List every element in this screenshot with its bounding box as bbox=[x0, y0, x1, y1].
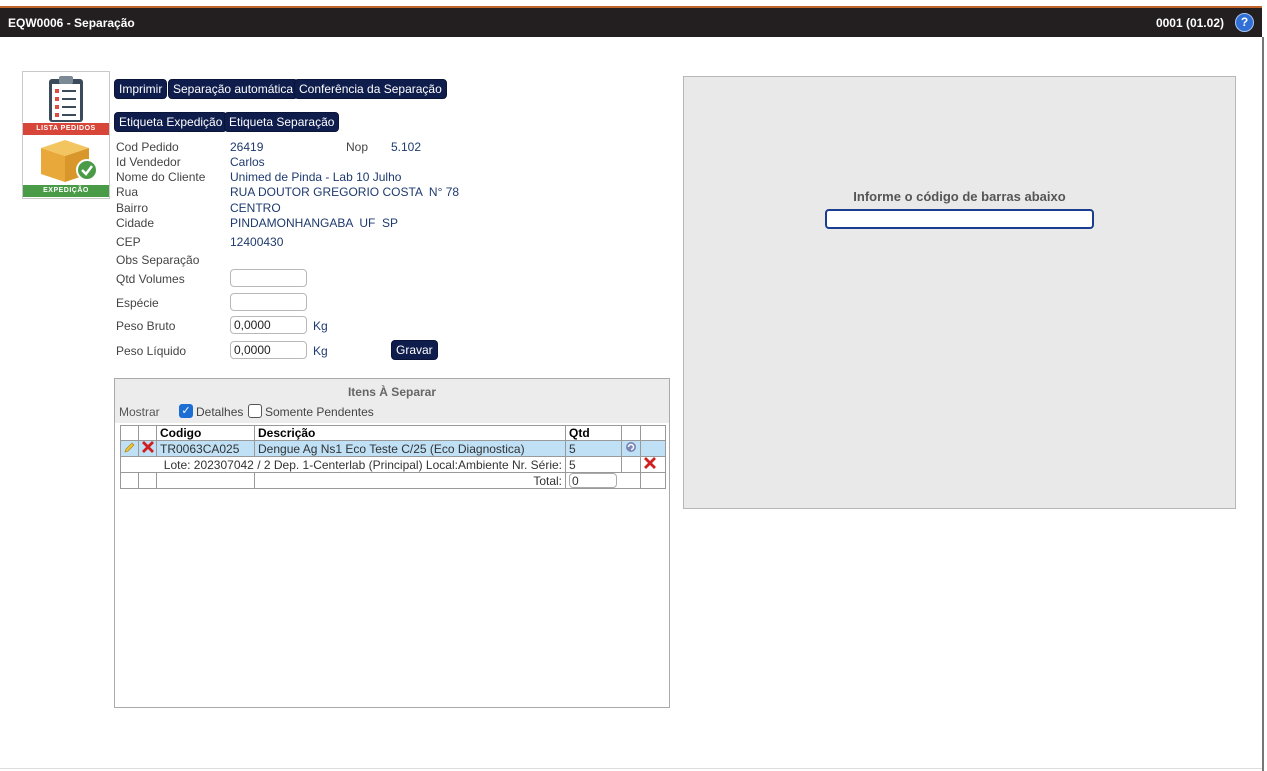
nop-label: Nop bbox=[346, 140, 369, 154]
obs-separacao-label: Obs Separação bbox=[116, 253, 200, 267]
separacao-automatica-button[interactable]: Separação automática bbox=[168, 79, 299, 99]
etiqueta-separacao-button[interactable]: Etiqueta Separação bbox=[224, 112, 340, 132]
peso-bruto-input[interactable] bbox=[230, 316, 307, 334]
vendedor-value: Carlos bbox=[230, 155, 265, 169]
app-logo: LISTA PEDIDOS EXPEDIÇÃO bbox=[22, 71, 110, 199]
logo-top-label: LISTA PEDIDOS bbox=[23, 123, 109, 135]
title-bar: EQW0006 - Separação 0001 (01.02) ? bbox=[0, 6, 1262, 37]
items-panel: Itens À Separar Mostrar ✓ Detalhes Somen… bbox=[114, 378, 670, 708]
peso-liquido-label: Peso Líquido bbox=[116, 344, 187, 358]
cod-pedido-value: 26419 bbox=[230, 140, 264, 154]
rua-value: RUA DOUTOR GREGORIO COSTA N° 78 bbox=[230, 185, 460, 199]
especie-label: Espécie bbox=[116, 296, 159, 310]
items-table: Codigo Descrição Qtd TR0063CA025 Dengue … bbox=[120, 425, 666, 489]
peso-bruto-unit: Kg bbox=[313, 319, 328, 333]
total-row: Total: 0 bbox=[120, 472, 666, 489]
bairro-label: Bairro bbox=[116, 201, 149, 215]
column-header-codigo[interactable]: Codigo bbox=[156, 425, 255, 441]
row-codigo: TR0063CA025 bbox=[156, 440, 255, 457]
cidade-value: PINDAMONHANGABA UF SP bbox=[230, 216, 399, 230]
conferencia-separacao-button[interactable]: Conferência da Separação bbox=[294, 79, 447, 99]
items-panel-title: Itens À Separar bbox=[347, 385, 437, 399]
box-check-icon bbox=[41, 140, 98, 182]
especie-input[interactable] bbox=[230, 293, 307, 311]
delete-detail-icon[interactable] bbox=[640, 456, 666, 473]
cep-label: CEP bbox=[116, 235, 141, 249]
table-row[interactable]: TR0063CA025 Dengue Ag Ns1 Eco Teste C/25… bbox=[120, 440, 666, 457]
detalhes-checkbox[interactable]: ✓ bbox=[179, 404, 193, 418]
table-header-row: Codigo Descrição Qtd bbox=[120, 425, 666, 441]
bottom-border bbox=[0, 768, 1262, 769]
detail-qtd: 5 bbox=[565, 456, 622, 473]
qtd-volumes-label: Qtd Volumes bbox=[116, 272, 185, 286]
column-header-descricao[interactable]: Descrição bbox=[254, 425, 566, 441]
gravar-button[interactable]: Gravar bbox=[391, 340, 438, 360]
refresh-icon[interactable] bbox=[621, 440, 641, 457]
vendedor-label: Id Vendedor bbox=[116, 155, 181, 169]
row-qtd: 5 bbox=[565, 440, 622, 457]
bairro-value: CENTRO bbox=[230, 201, 281, 215]
cliente-label: Nome do Cliente bbox=[116, 170, 206, 184]
cep-value: 12400430 bbox=[230, 235, 284, 249]
cod-pedido-label: Cod Pedido bbox=[116, 140, 179, 154]
help-icon[interactable]: ? bbox=[1235, 13, 1254, 32]
logo-bottom-label: EXPEDIÇÃO bbox=[23, 185, 109, 197]
peso-liquido-input[interactable] bbox=[230, 341, 307, 359]
peso-liquido-unit: Kg bbox=[313, 344, 328, 358]
rua-label: Rua bbox=[116, 185, 139, 199]
cliente-value: Unimed de Pinda - Lab 10 Julho bbox=[230, 170, 402, 184]
barcode-label: Informe o código de barras abaixo bbox=[853, 189, 1066, 204]
mostrar-label: Mostrar bbox=[119, 405, 160, 419]
window-title: EQW0006 - Separação bbox=[8, 16, 135, 30]
imprimir-button[interactable]: Imprimir bbox=[114, 79, 168, 99]
barcode-panel: Informe o código de barras abaixo bbox=[683, 76, 1236, 509]
row-descricao: Dengue Ag Ns1 Eco Teste C/25 (Eco Diagno… bbox=[254, 440, 566, 457]
delete-icon[interactable] bbox=[138, 440, 157, 457]
peso-bruto-label: Peso Bruto bbox=[116, 319, 176, 333]
etiqueta-expedicao-button[interactable]: Etiqueta Expedição bbox=[114, 112, 228, 132]
nop-value: 5.102 bbox=[391, 140, 422, 154]
edit-icon[interactable] bbox=[120, 440, 139, 457]
clipboard-icon bbox=[49, 76, 83, 122]
somente-pendentes-label: Somente Pendentes bbox=[265, 405, 374, 419]
detail-row: Lote: 202307042 / 2 Dep. 1-Centerlab (Pr… bbox=[120, 456, 666, 473]
right-border bbox=[1262, 37, 1264, 771]
qtd-volumes-input[interactable] bbox=[230, 269, 307, 287]
barcode-input[interactable] bbox=[825, 209, 1094, 229]
somente-pendentes-checkbox[interactable] bbox=[248, 404, 262, 418]
total-input[interactable]: 0 bbox=[569, 473, 617, 488]
detalhes-label: Detalhes bbox=[196, 405, 244, 419]
total-label: Total: bbox=[254, 472, 566, 489]
detail-lote-text: Lote: 202307042 / 2 Dep. 1-Centerlab (Pr… bbox=[120, 456, 566, 473]
column-header-qtd[interactable]: Qtd bbox=[565, 425, 622, 441]
cidade-label: Cidade bbox=[116, 216, 155, 230]
version-label: 0001 (01.02) bbox=[1155, 16, 1224, 30]
